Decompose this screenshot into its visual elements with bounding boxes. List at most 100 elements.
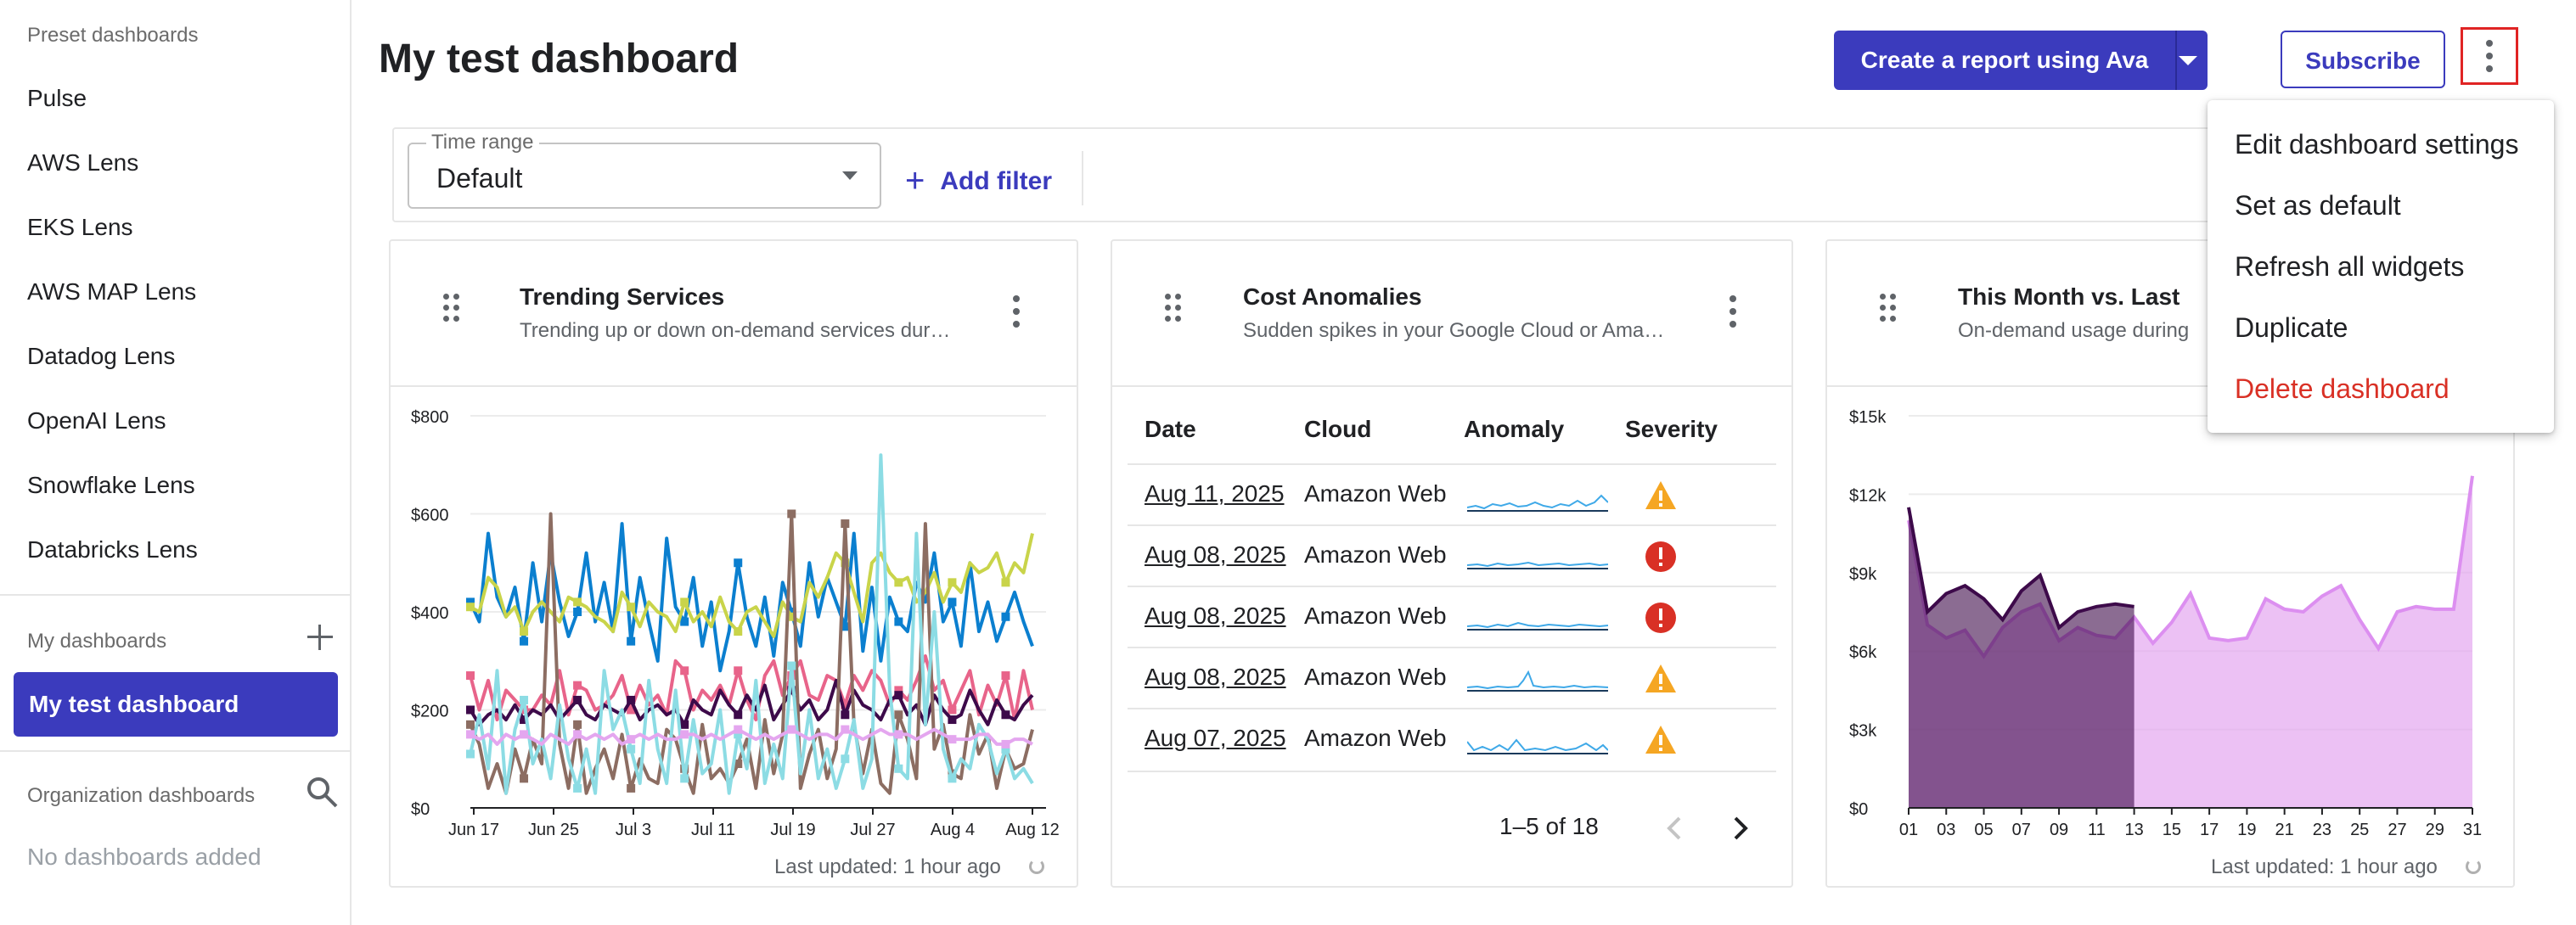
series-point [1001, 578, 1010, 587]
drag-handle-icon[interactable] [1165, 294, 1185, 324]
menu-item-refresh-all-widgets[interactable]: Refresh all widgets [2235, 251, 2464, 283]
table-row[interactable]: Aug 08, 2025 Amazon Web [1128, 524, 1776, 587]
plus-icon: + [905, 162, 925, 199]
series-point [573, 720, 582, 729]
anomaly-date-link[interactable]: Aug 07, 2025 [1145, 725, 1286, 752]
series-point [520, 636, 529, 646]
anomaly-date-link[interactable]: Aug 08, 2025 [1145, 664, 1286, 691]
anomaly-sparkline [1467, 561, 1608, 569]
x-tick-label: 13 [2124, 821, 2143, 839]
anomaly-sparkline [1467, 738, 1608, 754]
search-icon[interactable] [306, 776, 340, 810]
drag-handle-icon[interactable] [443, 294, 464, 324]
y-tick-label: $6k [1849, 643, 1877, 662]
series-point [680, 617, 689, 626]
anomaly-date-link[interactable]: Aug 11, 2025 [1145, 480, 1285, 507]
card-title: Trending Services [520, 283, 725, 310]
anomaly-sparkline [1467, 670, 1608, 692]
card-header: Trending Services Trending up or down on… [391, 241, 1077, 387]
series-point [627, 603, 636, 612]
series-point [466, 720, 475, 729]
sidebar-item-eks-lens[interactable]: EKS Lens [27, 214, 133, 241]
sidebar-item-aws-lens[interactable]: AWS Lens [27, 149, 138, 177]
menu-item-duplicate[interactable]: Duplicate [2235, 312, 2348, 344]
sidebar-item-datadog-lens[interactable]: Datadog Lens [27, 343, 175, 370]
x-tick-label: 05 [1974, 821, 1993, 839]
table-row[interactable]: Aug 07, 2025 Amazon Web [1128, 708, 1776, 772]
series-point [627, 636, 636, 646]
series-point [734, 725, 743, 734]
sidebar-item-openai-lens[interactable]: OpenAI Lens [27, 407, 166, 434]
more-vert-icon-dot [2486, 53, 2493, 59]
y-tick-label: $200 [411, 703, 449, 721]
table-row[interactable]: Aug 11, 2025 Amazon Web [1128, 463, 1776, 526]
column-header-anomaly[interactable]: Anomaly [1464, 416, 1564, 443]
error-icon [1645, 603, 1676, 633]
series-point [466, 671, 475, 681]
chevron-right-icon[interactable] [1729, 815, 1752, 842]
series-point [948, 735, 957, 744]
column-header-cloud[interactable]: Cloud [1304, 416, 1371, 443]
series-area [1909, 507, 2134, 808]
column-header-severity[interactable]: Severity [1625, 416, 1718, 443]
anomaly-cloud: Amazon Web [1304, 664, 1447, 690]
menu-item-edit-dashboard-settings[interactable]: Edit dashboard settings [2235, 129, 2518, 160]
anomaly-cloud: Amazon Web [1304, 480, 1447, 507]
preset-dashboards-heading: Preset dashboards [27, 24, 199, 47]
time-range-label: Time range [426, 131, 539, 154]
subscribe-button[interactable]: Subscribe [2281, 31, 2445, 88]
last-updated-text: Last updated: 1 hour ago [2211, 855, 2438, 878]
series-point [787, 661, 796, 670]
x-tick-label: 23 [2313, 821, 2331, 839]
series-point [680, 720, 689, 729]
more-vert-icon[interactable] [1012, 295, 1021, 329]
sidebar-item-snowflake-lens[interactable]: Snowflake Lens [27, 472, 195, 499]
x-tick-label: Jul 27 [850, 821, 895, 839]
refresh-icon[interactable] [1029, 859, 1044, 874]
sidebar-item-aws-map-lens[interactable]: AWS MAP Lens [27, 278, 196, 306]
series-point [466, 730, 475, 739]
sidebar-item-pulse[interactable]: Pulse [27, 85, 87, 112]
menu-item-delete-dashboard[interactable]: Delete dashboard [2235, 373, 2449, 405]
my-dashboards-heading: My dashboards [27, 630, 167, 653]
more-options-button[interactable] [2461, 27, 2518, 85]
chevron-left-icon[interactable] [1662, 815, 1686, 842]
filter-divider [1082, 151, 1083, 205]
menu-item-set-as-default[interactable]: Set as default [2235, 190, 2401, 221]
error-icon [1645, 541, 1676, 572]
series-point [894, 710, 903, 720]
create-report-button[interactable]: Create a report using Ava [1834, 31, 2208, 90]
series-point [573, 608, 582, 616]
y-tick-label: $800 [411, 408, 449, 427]
column-header-date[interactable]: Date [1145, 416, 1196, 443]
add-dashboard-icon[interactable] [307, 625, 333, 650]
series-point [787, 725, 796, 734]
series-point [520, 774, 529, 783]
more-vert-icon[interactable] [1729, 295, 1737, 329]
series-point [466, 749, 475, 759]
anomaly-sparkline [1467, 621, 1608, 631]
anomaly-date-link[interactable]: Aug 08, 2025 [1145, 541, 1286, 569]
sidebar-item-databricks-lens[interactable]: Databricks Lens [27, 536, 198, 563]
table-row[interactable]: Aug 08, 2025 Amazon Web [1128, 647, 1776, 709]
y-tick-label: $3k [1849, 722, 1877, 741]
chevron-down-icon[interactable] [2177, 31, 2208, 90]
add-filter-button[interactable]: + Add filter [905, 160, 1052, 199]
anomaly-date-link[interactable]: Aug 08, 2025 [1145, 603, 1286, 630]
series-point [520, 695, 529, 704]
this-month-vs-last-chart: $0 $3k $6k $9k $12k $15k 01 03 05 07 09 11 13 15 17 19 2… [1849, 408, 2482, 839]
x-tick-label: Aug 12 [1005, 821, 1059, 839]
x-tick-label: 01 [1899, 821, 1918, 839]
sidebar-item-my-test-dashboard[interactable]: My test dashboard [14, 672, 338, 737]
warning-icon [1645, 726, 1676, 754]
refresh-icon[interactable] [2466, 859, 2481, 874]
page-title: My test dashboard [379, 36, 740, 81]
y-tick-label: $15k [1849, 408, 1887, 427]
dropdown-arrow-icon [842, 171, 858, 180]
series-point [841, 725, 850, 734]
series-point [841, 754, 850, 764]
drag-handle-icon[interactable] [1880, 294, 1900, 324]
series-point [573, 730, 582, 739]
table-row[interactable]: Aug 08, 2025 Amazon Web [1128, 586, 1776, 648]
x-tick-label: 31 [2463, 821, 2482, 839]
